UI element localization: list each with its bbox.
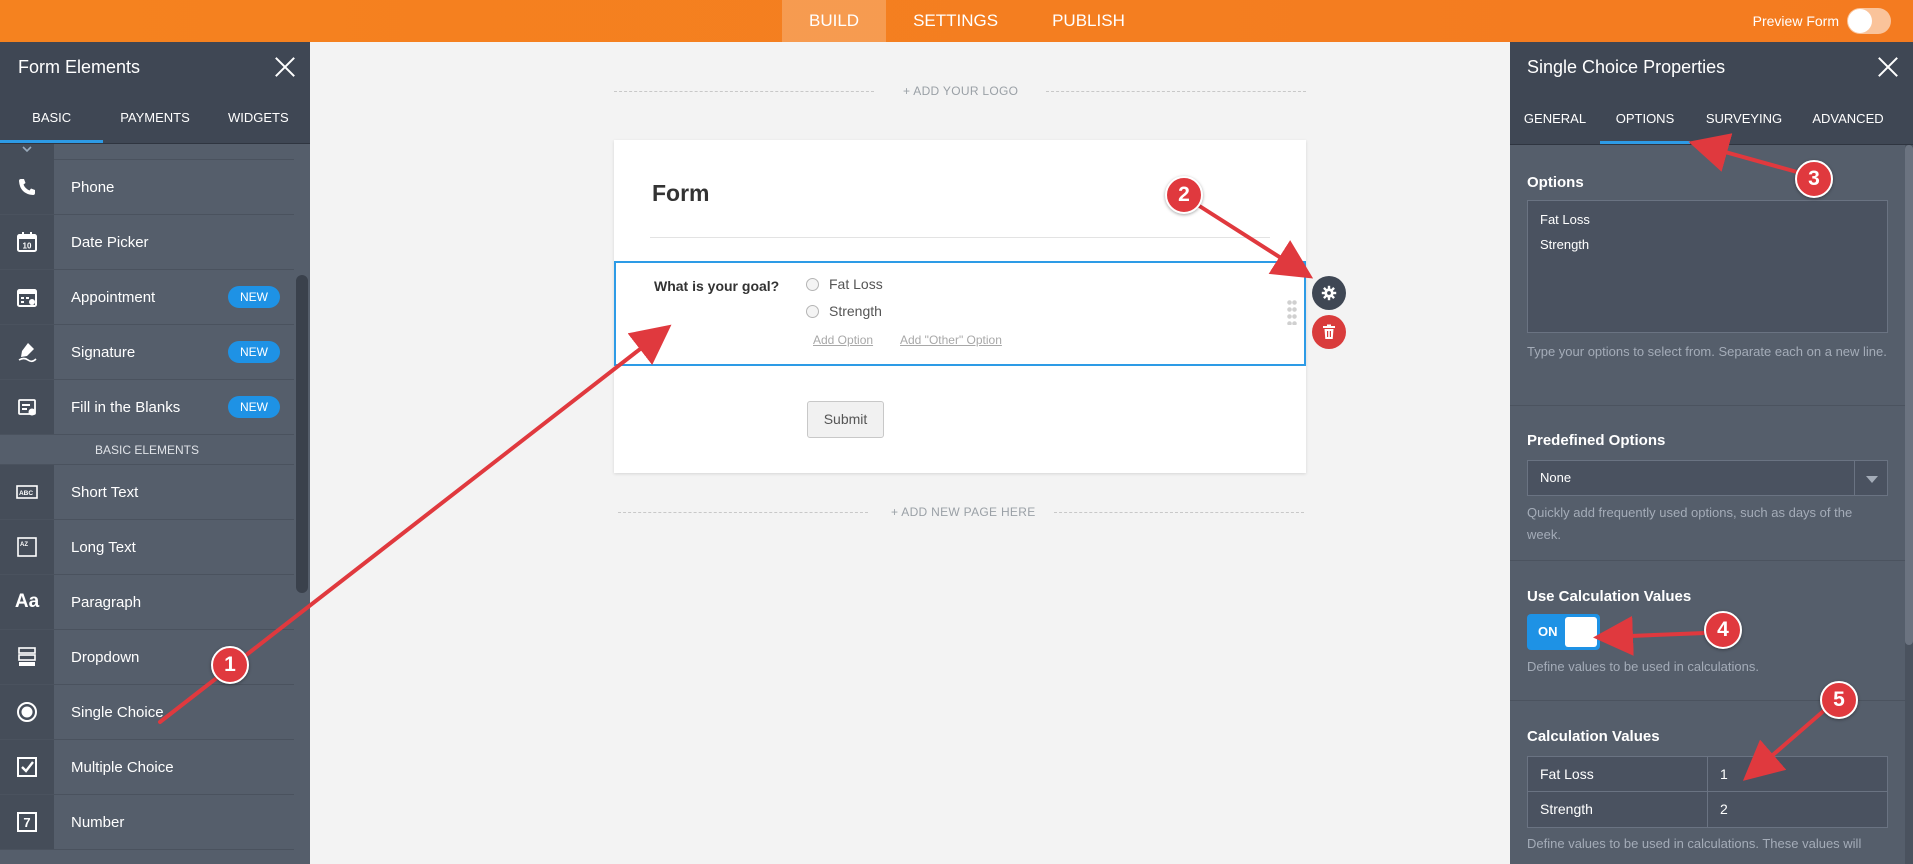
annotation-1: 1 bbox=[211, 646, 249, 684]
form-builder: BUILD SETTINGS PUBLISH Preview Form Form… bbox=[0, 0, 1913, 864]
annotation-arrow-3 bbox=[1688, 133, 1799, 174]
annotation-5: 5 bbox=[1820, 681, 1858, 719]
annotation-4: 4 bbox=[1704, 611, 1742, 649]
annotation-arrows bbox=[158, 133, 1829, 781]
annotation-3: 3 bbox=[1795, 160, 1833, 198]
annotation-2: 2 bbox=[1165, 176, 1203, 214]
annotation-arrow-4 bbox=[1593, 615, 1707, 656]
annotation-arrow-5 bbox=[1742, 706, 1829, 781]
annotation-arrow-2 bbox=[1188, 198, 1314, 279]
